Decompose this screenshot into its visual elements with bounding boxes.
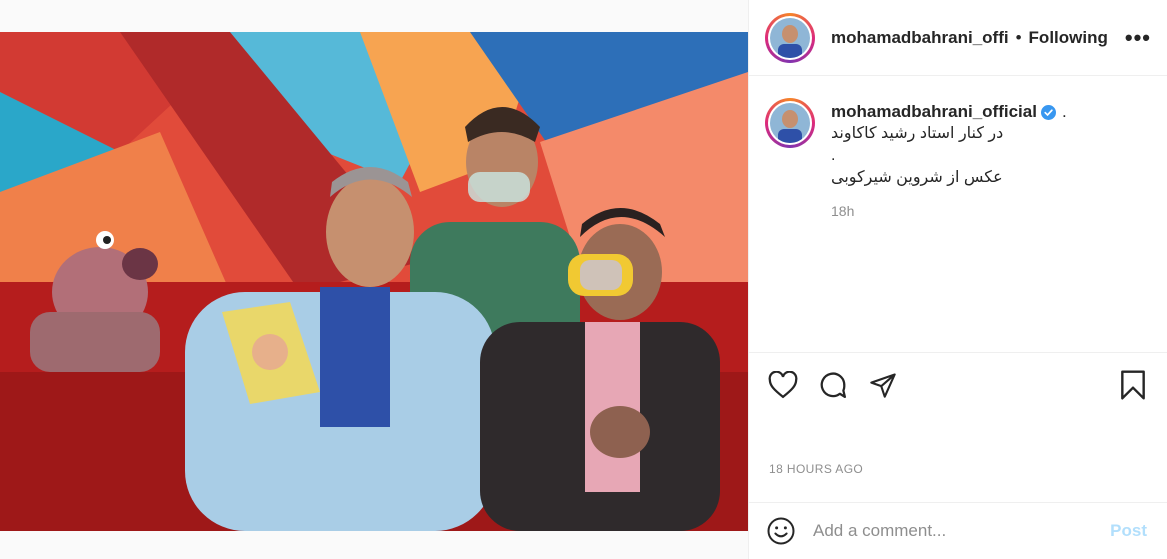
post-header: mohamadbahrani_offi • Following ••• [749,0,1167,76]
following-button[interactable]: Following [1029,28,1108,48]
post-comment-button[interactable]: Post [1110,521,1147,541]
post-timestamp[interactable]: 18 HOURS AGO [769,462,863,476]
caption-username[interactable]: mohamadbahrani_official [831,102,1037,122]
post-photo-image [0,32,748,531]
heart-icon [768,371,798,399]
smiley-face-icon [767,517,795,545]
header-username[interactable]: mohamadbahrani_offi [831,28,1009,48]
verified-badge-icon [1040,104,1056,120]
header-avatar[interactable] [765,12,815,63]
comment-button[interactable] [817,369,849,401]
divider [749,352,1167,353]
comment-input[interactable] [813,521,1111,541]
emoji-button[interactable] [765,515,797,547]
comment-bar: Post [749,502,1167,559]
avatar-image [770,103,810,143]
caption-time-ago[interactable]: 18h [831,203,1067,219]
post-side-panel: mohamadbahrani_offi • Following ••• moha… [748,0,1167,559]
more-options-button[interactable]: ••• [1125,25,1151,51]
paper-plane-icon [870,373,896,398]
share-button[interactable] [867,369,899,401]
post-actions [767,368,1149,402]
post-photo[interactable] [0,32,748,531]
post-caption: mohamadbahrani_official . در کنار استاد … [765,98,1151,219]
comment-bubble-icon [820,372,846,398]
avatar-image [770,17,810,58]
save-button[interactable] [1117,369,1149,401]
caption-avatar[interactable] [765,98,815,148]
caption-text: در کنار استاد رشید کاکاوند . عکس از شروی… [831,125,1004,186]
header-separator: • [1015,27,1022,47]
like-button[interactable] [767,369,799,401]
caption-trailing-text: . [1061,102,1067,121]
bookmark-icon [1121,370,1145,400]
